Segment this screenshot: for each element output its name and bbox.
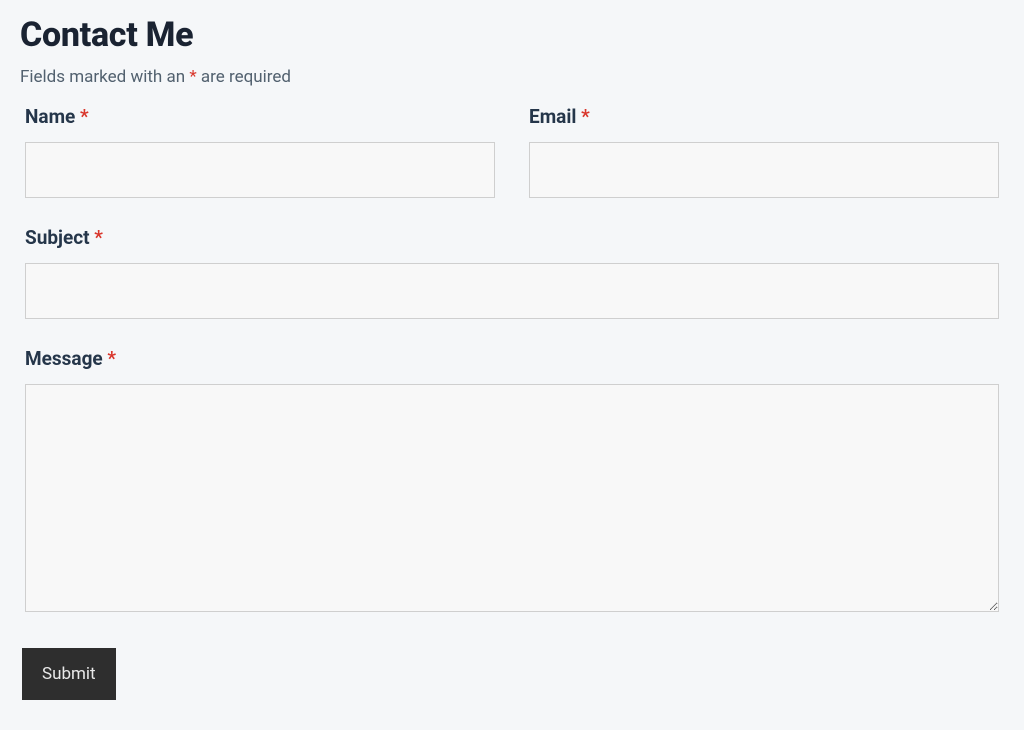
email-label: Email * <box>529 105 999 128</box>
form-title: Contact Me <box>20 15 1004 55</box>
name-label: Name * <box>25 105 495 128</box>
contact-form: Contact Me Fields marked with an * are r… <box>20 15 1004 700</box>
form-row-subject: Subject * <box>20 226 1004 319</box>
required-note-prefix: Fields marked with an <box>20 67 189 87</box>
required-asterisk-icon: * <box>107 347 116 370</box>
required-asterisk-icon: * <box>80 105 89 128</box>
message-textarea[interactable] <box>25 384 999 612</box>
required-fields-note: Fields marked with an * are required <box>20 67 1004 87</box>
required-asterisk-icon: * <box>581 105 590 128</box>
message-field-wrapper: Message * <box>20 347 1004 616</box>
required-asterisk-icon: * <box>94 226 103 249</box>
email-input[interactable] <box>529 142 999 198</box>
name-input[interactable] <box>25 142 495 198</box>
form-row-message: Message * <box>20 347 1004 616</box>
subject-input[interactable] <box>25 263 999 319</box>
email-field-wrapper: Email * <box>524 105 1004 198</box>
name-field-wrapper: Name * <box>20 105 500 198</box>
required-note-suffix: are required <box>197 67 291 87</box>
message-label-text: Message <box>25 347 107 370</box>
form-row-name-email: Name * Email * <box>20 105 1004 198</box>
subject-field-wrapper: Subject * <box>20 226 1004 319</box>
subject-label-text: Subject <box>25 226 94 249</box>
required-asterisk-icon: * <box>189 67 196 87</box>
message-label: Message * <box>25 347 999 370</box>
submit-button[interactable]: Submit <box>22 648 116 700</box>
email-label-text: Email <box>529 105 581 128</box>
subject-label: Subject * <box>25 226 999 249</box>
name-label-text: Name <box>25 105 80 128</box>
